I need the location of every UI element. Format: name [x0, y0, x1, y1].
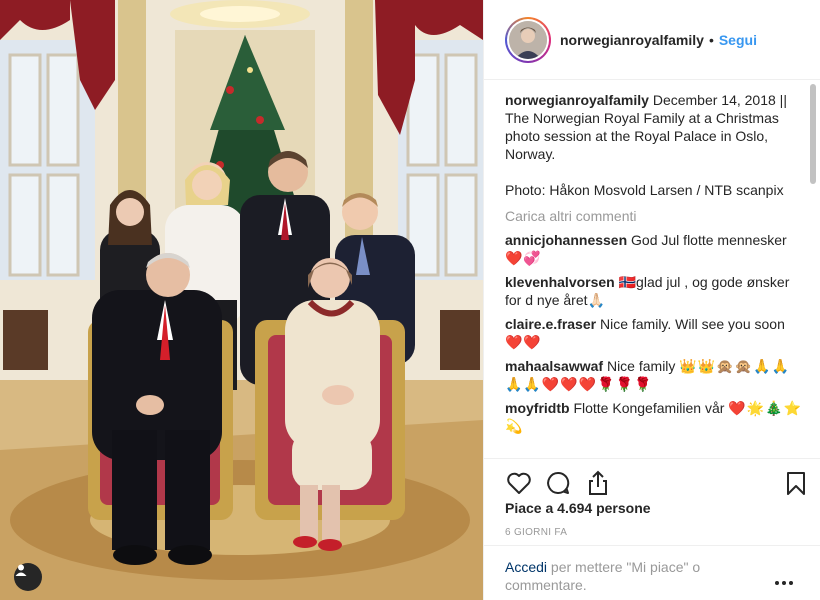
post-photo[interactable] — [0, 0, 483, 600]
comment-username[interactable]: moyfridtb — [505, 400, 570, 416]
user-tag-button[interactable] — [14, 563, 42, 591]
comment-text: Nice family — [606, 358, 676, 374]
login-prompt: Accedi per mettere "Mi piace" o commenta… — [484, 545, 820, 600]
comment-username[interactable]: claire.e.fraser — [505, 316, 596, 332]
header-separator: • — [708, 31, 714, 48]
post-actions-bar — [484, 458, 820, 506]
login-link[interactable]: Accedi — [505, 559, 547, 575]
person-tag-icon — [15, 564, 27, 576]
heart-outline-icon — [507, 472, 531, 494]
comment-username[interactable]: annicjohannessen — [505, 232, 627, 248]
post-side-panel: norwegianroyalfamily • Segui norwegianro… — [483, 0, 820, 600]
caption-username[interactable]: norwegianroyalfamily — [505, 92, 649, 108]
post-header: norwegianroyalfamily • Segui — [484, 0, 820, 80]
instagram-post-view: norwegianroyalfamily • Segui norwegianro… — [0, 0, 820, 600]
load-more-comments-button[interactable]: Carica altri commenti — [505, 207, 805, 225]
more-options-button[interactable] — [774, 573, 794, 585]
likes-count[interactable]: Piace a 4.694 persone — [505, 500, 651, 516]
save-button[interactable] — [782, 469, 810, 497]
comments-list[interactable]: norwegianroyalfamily December 14, 2018 |… — [505, 91, 805, 458]
profile-avatar[interactable] — [505, 16, 551, 63]
comment-item: annicjohannessen God Jul flotte menneske… — [505, 231, 805, 267]
comment-text: Flotte Kongefamilien vår — [573, 400, 725, 416]
comment-username[interactable]: mahaalsawwaf — [505, 358, 603, 374]
royal-family-photo-illustration — [0, 0, 483, 600]
comment-username[interactable]: klevenhalvorsen — [505, 274, 615, 290]
comment-text: God Jul flotte mennesker — [631, 232, 787, 248]
avatar-image — [509, 20, 547, 59]
share-button[interactable] — [584, 469, 612, 497]
comment-emoji: ❤️💞 — [505, 250, 542, 266]
share-icon — [589, 470, 607, 495]
comment-item: klevenhalvorsen 🇳🇴glad jul , og gode øns… — [505, 273, 805, 309]
caption-credit: Photo: Håkon Mosvold Larsen / NTB scanpi… — [505, 182, 784, 198]
post-timestamp[interactable]: 6 GIORNI FA — [505, 527, 567, 538]
comment-item: claire.e.fraser Nice family. Will see yo… — [505, 315, 805, 351]
post-caption: norwegianroyalfamily December 14, 2018 |… — [505, 91, 805, 199]
post-author-username[interactable]: norwegianroyalfamily — [560, 32, 704, 48]
more-dots-icon — [775, 581, 793, 585]
comments-scrollbar[interactable] — [810, 84, 816, 184]
comment-item: mahaalsawwaf Nice family 👑👑🙊🙊🙏🙏🙏🙏❤️❤️❤️🌹… — [505, 357, 805, 393]
like-button[interactable] — [505, 469, 533, 497]
bookmark-icon — [787, 472, 805, 495]
comment-emoji: ❤️❤️ — [505, 334, 542, 350]
comment-button[interactable] — [544, 469, 572, 497]
comment-item: moyfridtb Flotte Kongefamilien vår ❤️🌟🎄⭐… — [505, 399, 805, 435]
comment-bubble-icon — [547, 471, 570, 494]
follow-button[interactable]: Segui — [719, 32, 757, 48]
comment-text: Nice family. Will see you soon — [599, 316, 785, 332]
